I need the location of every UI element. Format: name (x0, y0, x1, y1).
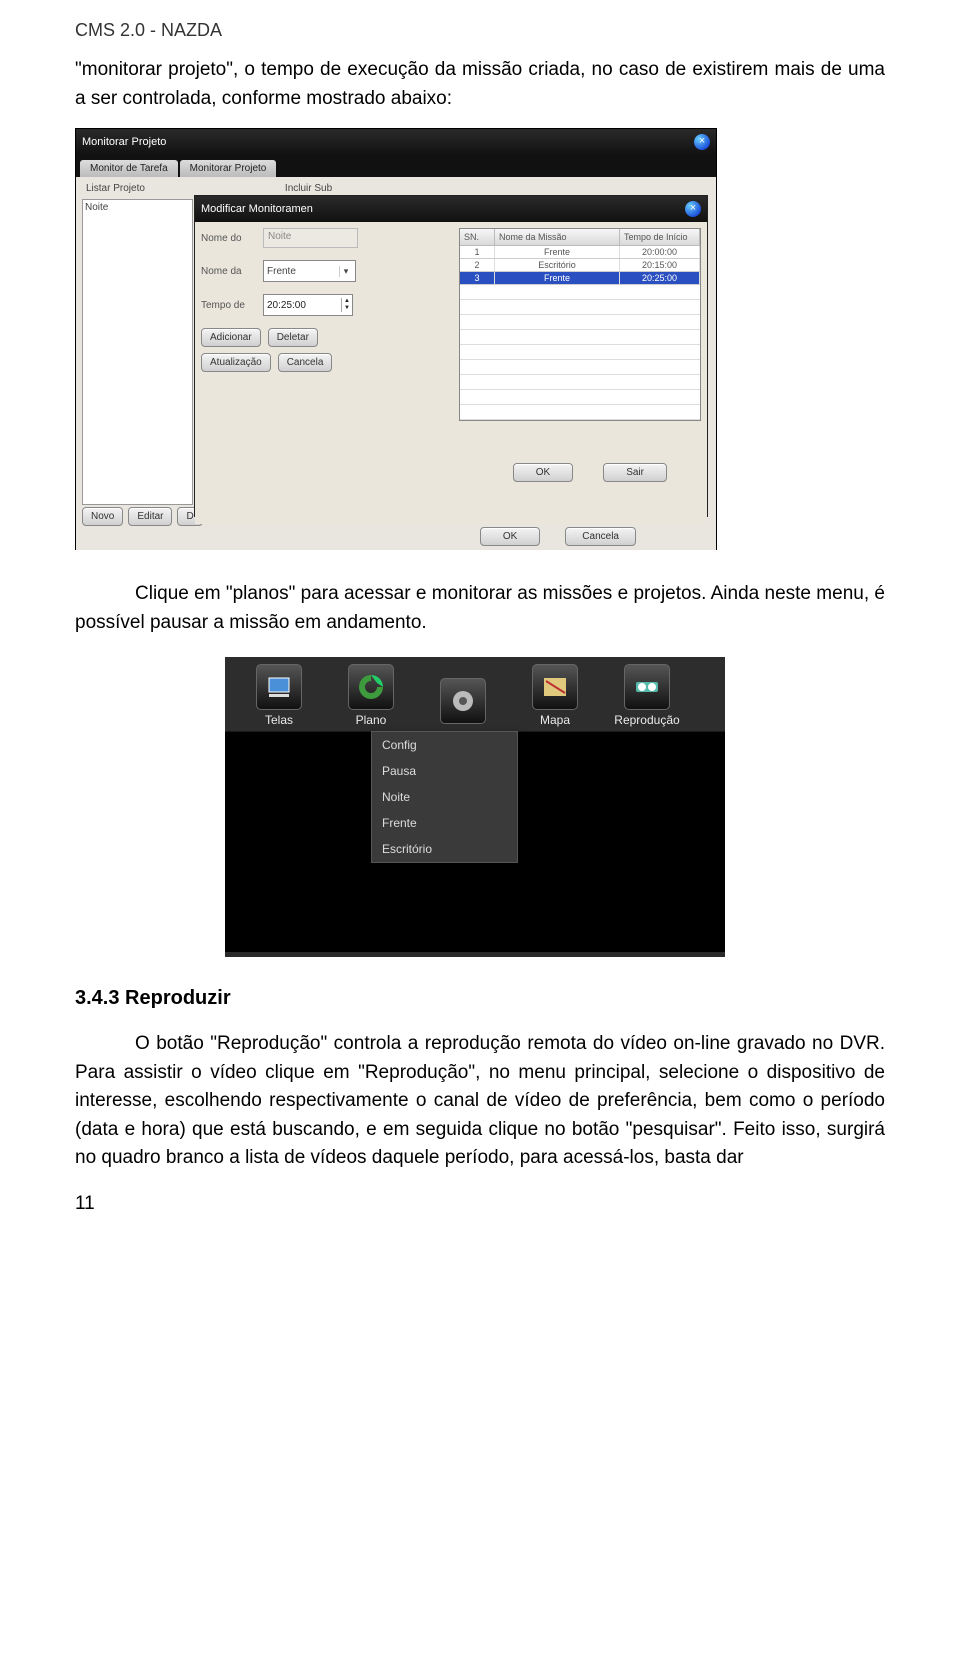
col-nome: Nome da Missão (495, 229, 620, 245)
section-title: 3.4.3 Reproduzir (75, 987, 885, 1010)
table-row[interactable]: 3 Frente 20:25:00 (460, 272, 700, 285)
project-list[interactable]: Noite (82, 199, 193, 505)
deletar-button[interactable]: Deletar (268, 328, 318, 347)
subheader-incluir: Incluir Sub (285, 183, 332, 194)
adicionar-button[interactable]: Adicionar (201, 328, 261, 347)
close-icon[interactable]: × (694, 134, 710, 150)
plano-dropdown: Config Pausa Noite Frente Escritório (371, 731, 518, 863)
mapa-icon (532, 664, 578, 710)
tool-config[interactable] (417, 678, 509, 731)
outer-tabs: Monitor de Tarefa Monitorar Projeto (76, 155, 716, 177)
menu-item-noite[interactable]: Noite (372, 784, 517, 810)
tempo-de-value: 20:25:00 (267, 300, 306, 311)
menu-item-pausa[interactable]: Pausa (372, 758, 517, 784)
paragraph-3: O botão "Reprodução" controla a reproduç… (75, 1030, 885, 1173)
table-row[interactable]: 1 Frente 20:00:00 (460, 246, 700, 259)
inner-titlebar: Modificar Monitoramen × (195, 196, 707, 222)
gear-icon (440, 678, 486, 724)
tool-label: Reprodução (614, 713, 679, 727)
tool-label: Mapa (540, 713, 570, 727)
screenshot-planos-menu: Telas Plano Mapa (225, 657, 725, 957)
ok-outer-button[interactable]: OK (480, 527, 540, 546)
menu-item-escritorio[interactable]: Escritório (372, 836, 517, 862)
mission-table: SN. Nome da Missão Tempo de Início 1 Fre… (459, 228, 701, 421)
telas-icon (256, 664, 302, 710)
subheader-listar: Listar Projeto (86, 183, 145, 194)
outer-titlebar: Monitorar Projeto × (76, 129, 716, 155)
label-nome-do: Nome do (201, 233, 263, 244)
screenshot-monitorar-projeto: Monitorar Projeto × Monitor de Tarefa Mo… (75, 128, 717, 550)
tempo-de-input[interactable]: 20:25:00 ▲▼ (263, 294, 353, 316)
paragraph-1: "monitorar projeto", o tempo de execução… (75, 56, 885, 113)
spinner-buttons-icon[interactable]: ▲▼ (341, 298, 352, 312)
novo-button[interactable]: Novo (82, 507, 123, 526)
plano-icon (348, 664, 394, 710)
sair-button[interactable]: Sair (603, 463, 667, 482)
inner-title-text: Modificar Monitoramen (201, 203, 313, 215)
inner-dialog: Modificar Monitoramen × Nome do Noite No… (194, 195, 708, 517)
paragraph-2: Clique em "planos" para acessar e monito… (75, 580, 885, 637)
doc-header: CMS 2.0 - NAZDA (75, 20, 885, 41)
col-tempo: Tempo de Início (620, 229, 700, 245)
table-row[interactable]: 2 Escritório 20:15:00 (460, 259, 700, 272)
menu-item-frente[interactable]: Frente (372, 810, 517, 836)
tool-label: Plano (356, 713, 387, 727)
tool-label: Telas (265, 713, 293, 727)
label-tempo-de: Tempo de (201, 300, 263, 311)
cancela-outer-button[interactable]: Cancela (565, 527, 636, 546)
tool-telas[interactable]: Telas (233, 664, 325, 731)
col-sn: SN. (460, 229, 495, 245)
tool-reproducao[interactable]: Reprodução (601, 664, 693, 731)
atualizacao-button[interactable]: Atualização (201, 353, 271, 372)
tool-mapa[interactable]: Mapa (509, 664, 601, 731)
tab-monitor-tarefa[interactable]: Monitor de Tarefa (80, 160, 178, 177)
outer-title-text: Monitorar Projeto (82, 136, 166, 148)
ok-inner-button[interactable]: OK (513, 463, 573, 482)
main-toolbar: Telas Plano Mapa (225, 657, 725, 732)
project-list-item[interactable]: Noite (85, 202, 108, 213)
close-icon[interactable]: × (685, 201, 701, 217)
cancela-inner-button[interactable]: Cancela (278, 353, 333, 372)
page-number: 11 (75, 1193, 885, 1215)
editar-button[interactable]: Editar (128, 507, 172, 526)
nome-da-select[interactable]: Frente ▾ (263, 260, 356, 282)
reproducao-icon (624, 664, 670, 710)
tool-plano[interactable]: Plano (325, 664, 417, 731)
nome-da-value: Frente (267, 266, 296, 277)
tab-monitorar-projeto[interactable]: Monitorar Projeto (180, 160, 277, 177)
chevron-down-icon: ▾ (339, 266, 352, 277)
menu-item-config[interactable]: Config (372, 732, 517, 758)
nome-do-input[interactable]: Noite (263, 228, 358, 248)
label-nome-da: Nome da (201, 266, 263, 277)
